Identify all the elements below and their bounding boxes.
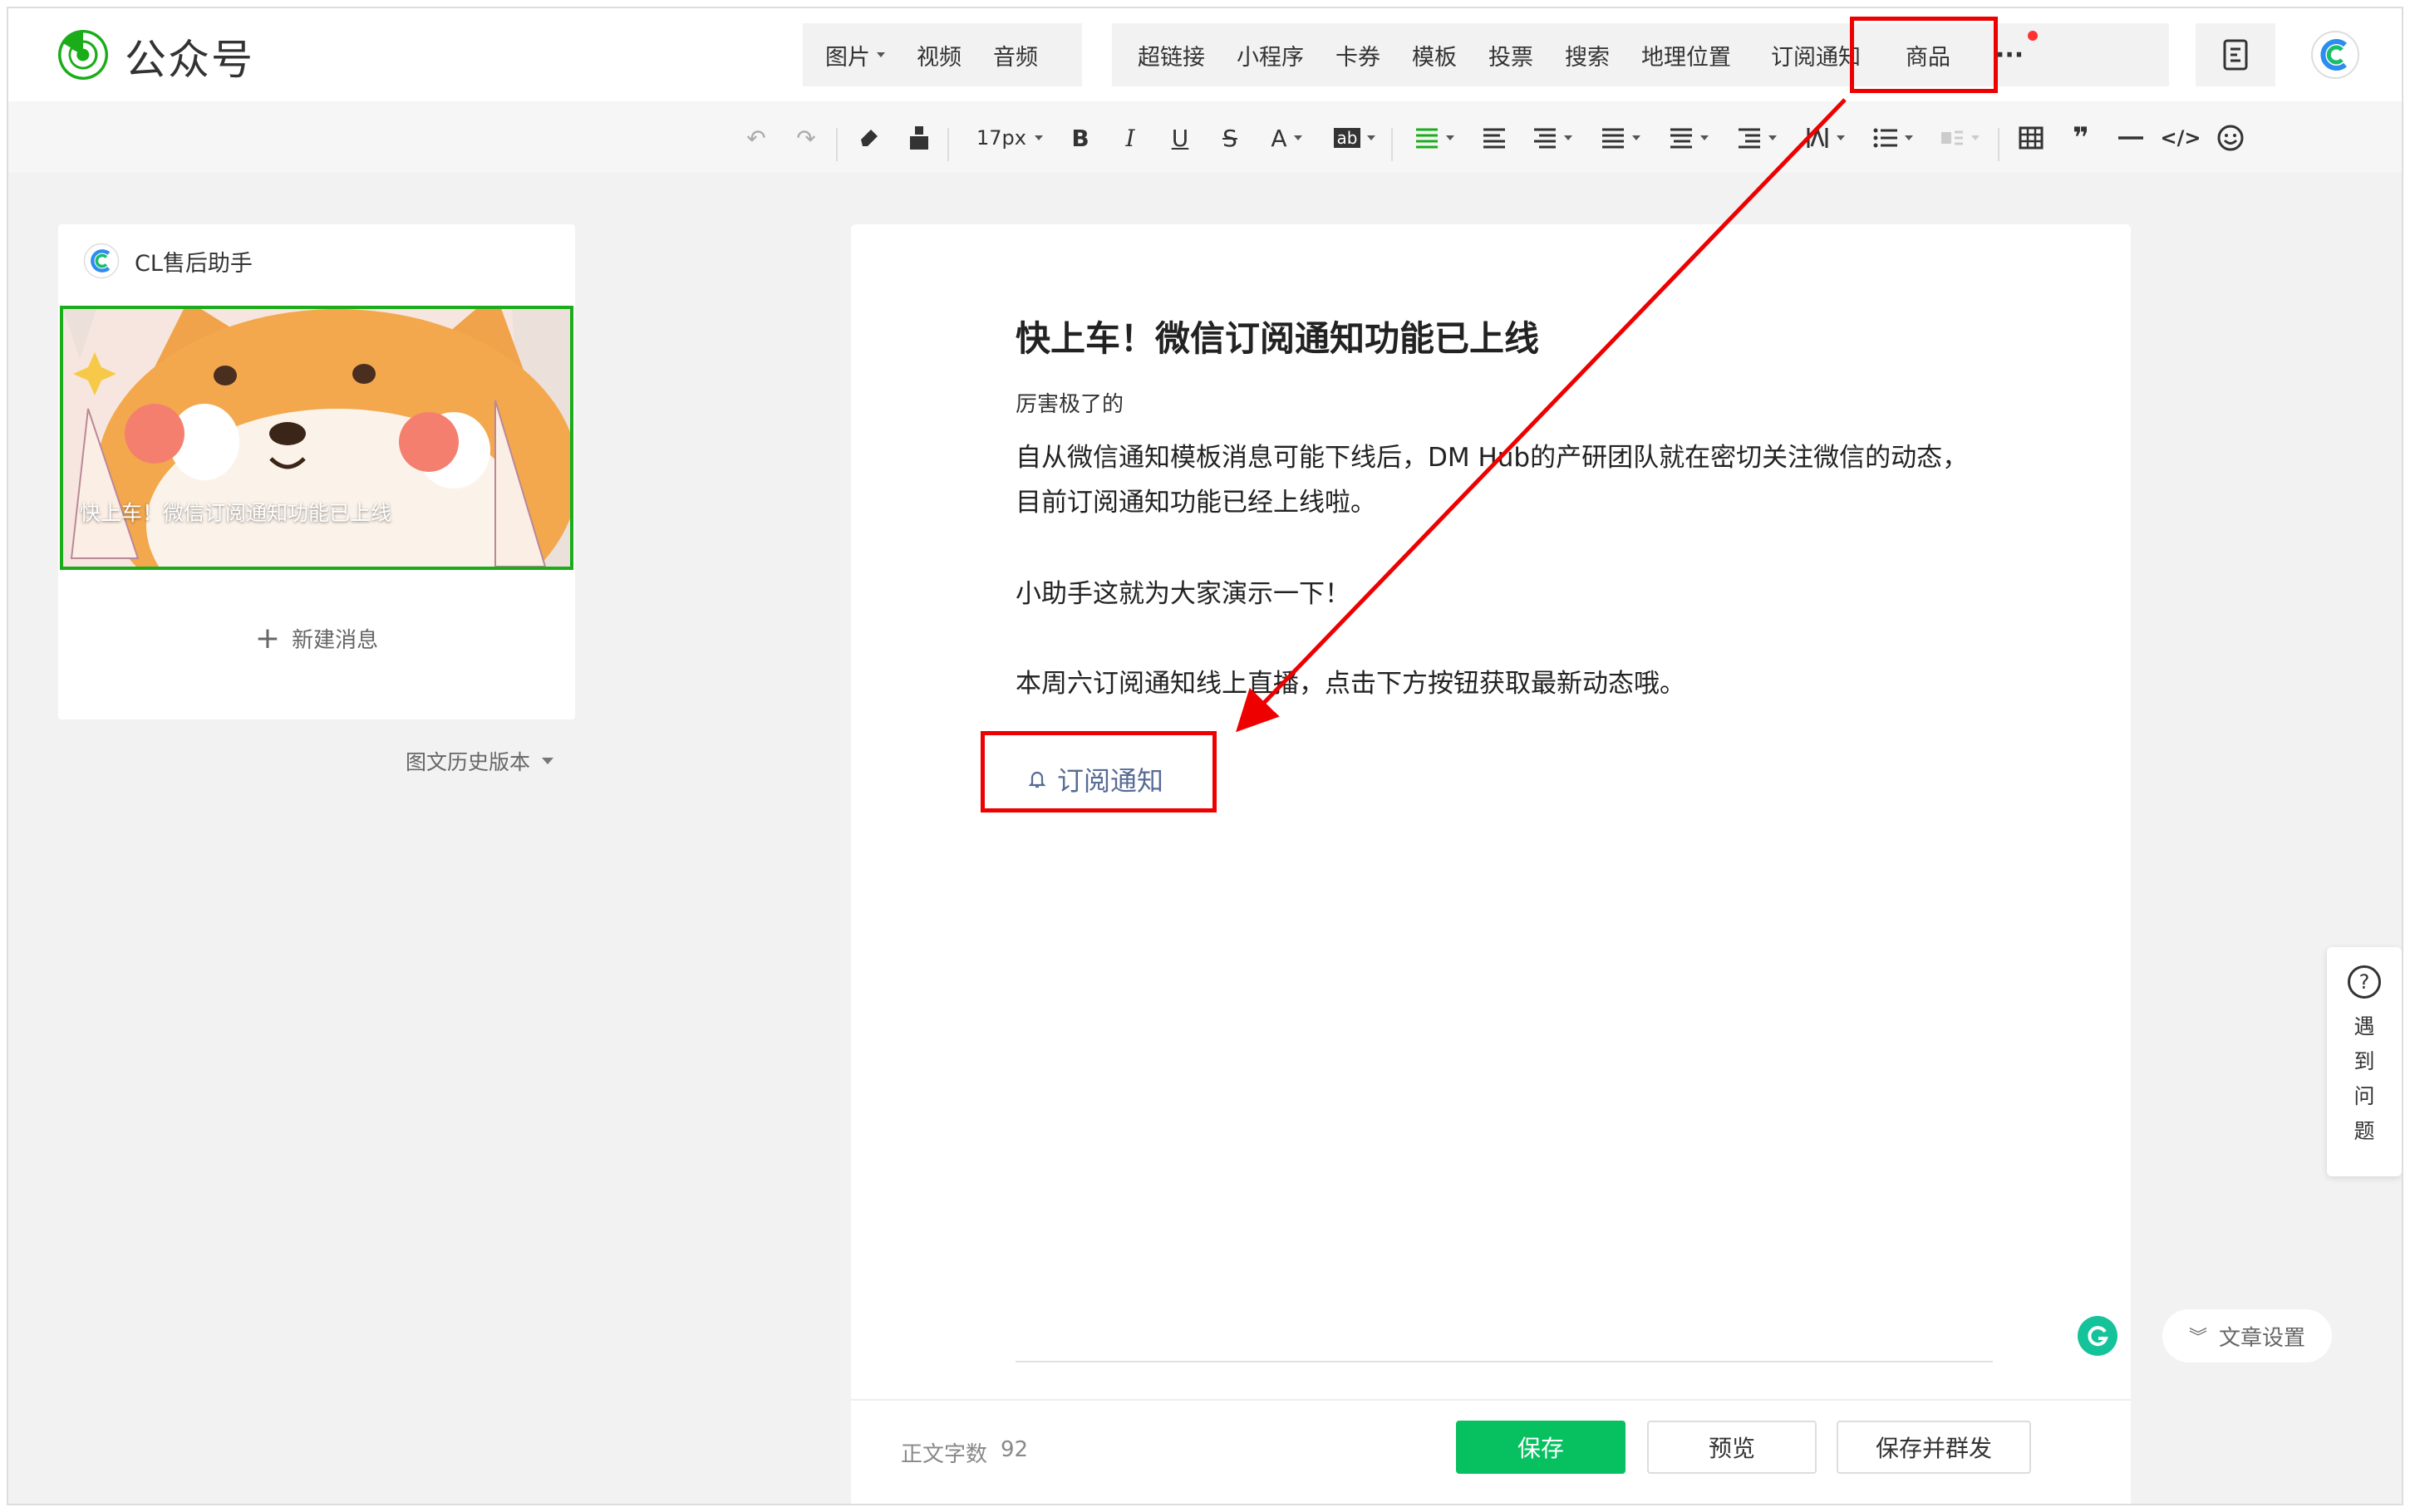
annotation-arrow <box>1236 98 1847 733</box>
app-window: 公众号 图片 视频 音频 超链接 小程序 卡券 模板 投票 搜索 地理位置 订阅… <box>7 7 2403 1505</box>
